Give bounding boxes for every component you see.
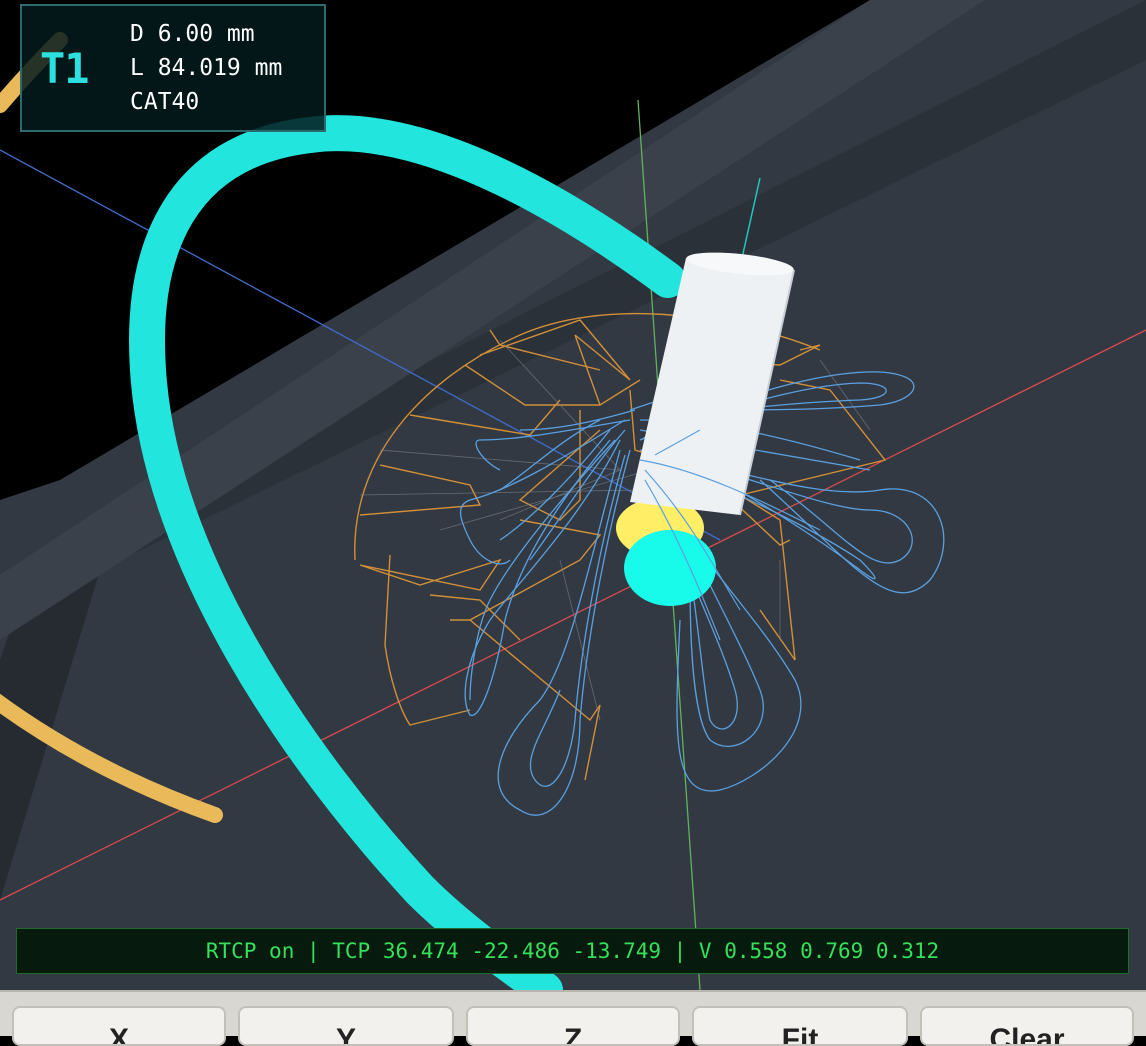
tool-holder-label: CAT40 [130,89,200,115]
fit-button[interactable]: Fit [692,1006,908,1046]
z-view-button[interactable]: Z [466,1006,680,1046]
y-view-button[interactable]: Y [238,1006,454,1046]
tool-length-label: L 84.019 mm [130,55,283,81]
tool-number-label: T1 [40,44,90,93]
status-bar: RTCP on | TCP 36.474 -22.486 -13.749 | V… [16,928,1129,974]
clear-button[interactable]: Clear [920,1006,1134,1046]
status-text: RTCP on | TCP 36.474 -22.486 -13.749 | V… [205,939,940,963]
scene-canvas[interactable] [0,0,1146,990]
tcp-marker [624,530,716,606]
tool-diameter-label: D 6.00 mm [130,21,255,47]
3d-viewport[interactable]: T1 D 6.00 mm L 84.019 mm CAT40 RTCP on |… [0,0,1146,990]
bottom-toolbar: X Y Z Fit Clear [0,990,1146,1046]
x-view-button[interactable]: X [12,1006,226,1046]
tool-info-panel: T1 D 6.00 mm L 84.019 mm CAT40 [20,4,326,132]
